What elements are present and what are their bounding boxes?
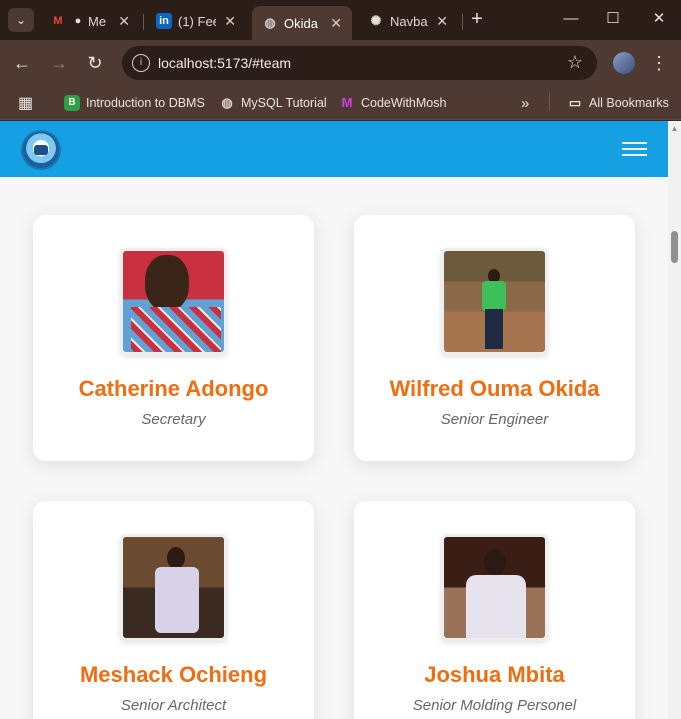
bookmark-label: CodeWithMosh <box>361 96 447 110</box>
close-icon[interactable]: ✕ <box>330 15 342 32</box>
member-role: Senior Molding Personel <box>412 697 577 714</box>
bookmark-dbms[interactable]: B Introduction to DBMS <box>64 93 205 113</box>
tab-navbar[interactable]: ✺ Navba ✕ <box>358 6 458 36</box>
linkedin-icon: in <box>156 13 172 29</box>
bookmark-label: Introduction to DBMS <box>86 96 205 110</box>
member-name: Meshack Ochieng <box>79 662 268 687</box>
team-card: Catherine Adongo Secretary <box>33 215 314 461</box>
all-bookmarks-label: All Bookmarks <box>589 96 669 110</box>
close-icon[interactable]: ✕ <box>118 13 130 30</box>
folder-icon: ▭ <box>568 95 582 110</box>
scrollbar-thumb[interactable] <box>671 231 678 263</box>
site-navbar <box>0 121 668 177</box>
back-arrow-icon[interactable]: ← <box>10 51 34 75</box>
bookmarks-overflow-button[interactable]: » <box>521 93 529 113</box>
site-logo[interactable] <box>21 130 61 170</box>
site-info-icon[interactable]: i <box>132 54 150 72</box>
bookmark-codewithmosh[interactable]: M CodeWithMosh <box>339 93 447 113</box>
member-name: Catherine Adongo <box>78 376 269 401</box>
close-icon[interactable]: ✕ <box>436 13 448 30</box>
all-bookmarks-button[interactable]: ▭ All Bookmarks <box>567 93 669 113</box>
minimize-icon[interactable]: — <box>557 8 585 30</box>
team-card: Wilfred Ouma Okida Senior Engineer <box>354 215 635 461</box>
member-photo <box>120 534 227 641</box>
chat-bubble-icon: ● <box>74 15 82 27</box>
page-scrollbar[interactable]: ▲ <box>668 121 681 719</box>
globe-icon: ◍ <box>221 95 233 110</box>
tab-linkedin[interactable]: in (1) Fee ✕ <box>146 6 246 36</box>
maximize-icon[interactable]: ☐ <box>599 8 627 30</box>
menu-dots-icon[interactable]: ⋮ <box>650 51 668 75</box>
new-tab-button[interactable]: + <box>466 8 488 30</box>
tab-title: Okida <box>284 15 318 31</box>
bookmarks-bar: ▦ B Introduction to DBMS ◍ MySQL Tutoria… <box>0 86 681 120</box>
tab-title: Me <box>88 13 107 29</box>
gmail-icon: M <box>53 15 63 27</box>
team-card: Meshack Ochieng Senior Architect <box>33 501 314 719</box>
tab-okida[interactable]: ◍ Okida ✕ <box>252 6 352 40</box>
member-role: Senior Engineer <box>440 411 549 428</box>
browser-tab-strip: ⌄ M ● Me ✕ in (1) Fee ✕ ◍ Okida ✕ ✺ Navb… <box>0 0 681 40</box>
mosh-icon: M <box>341 95 353 110</box>
profile-avatar[interactable] <box>613 52 635 74</box>
reload-icon[interactable]: ↻ <box>83 51 107 75</box>
apps-grid-icon[interactable]: ▦ <box>18 93 33 113</box>
member-role: Senior Architect <box>120 697 227 714</box>
member-photo <box>441 248 548 355</box>
bookmark-star-icon[interactable]: ☆ <box>567 52 583 73</box>
window-close-icon[interactable]: ✕ <box>645 8 673 30</box>
tab-title: Navba <box>390 13 428 29</box>
dbms-icon: B <box>64 95 80 111</box>
team-card: Joshua Mbita Senior Molding Personel <box>354 501 635 719</box>
hamburger-menu-icon[interactable] <box>622 142 647 157</box>
tab-title: (1) Fee <box>178 13 217 29</box>
tab-search-button[interactable]: ⌄ <box>8 8 34 32</box>
member-name: Joshua Mbita <box>424 662 565 687</box>
bookmark-mysql[interactable]: ◍ MySQL Tutorial <box>219 93 327 113</box>
bookmark-label: MySQL Tutorial <box>241 96 327 110</box>
globe-icon: ◍ <box>264 15 276 30</box>
address-bar[interactable]: i localhost:5173/#team ☆ <box>122 46 597 80</box>
close-icon[interactable]: ✕ <box>224 13 236 30</box>
member-name: Wilfred Ouma Okida <box>389 376 600 401</box>
browser-toolbar: ← → ↻ i localhost:5173/#team ☆ ⋮ <box>0 40 681 86</box>
web-page: Catherine Adongo Secretary Wilfred Ouma … <box>0 121 668 719</box>
member-role: Secretary <box>141 411 206 428</box>
openai-icon: ✺ <box>370 13 382 28</box>
bookmarks-separator <box>549 93 550 111</box>
scroll-up-arrow-icon[interactable]: ▲ <box>668 123 681 135</box>
url-text[interactable]: localhost:5173/#team <box>158 55 291 71</box>
tab-gmail[interactable]: M ● Me ✕ <box>40 6 140 36</box>
tab-separator <box>143 14 144 30</box>
tab-separator <box>462 14 463 30</box>
member-photo <box>120 248 227 355</box>
member-photo <box>441 534 548 641</box>
forward-arrow-icon[interactable]: → <box>47 51 71 75</box>
